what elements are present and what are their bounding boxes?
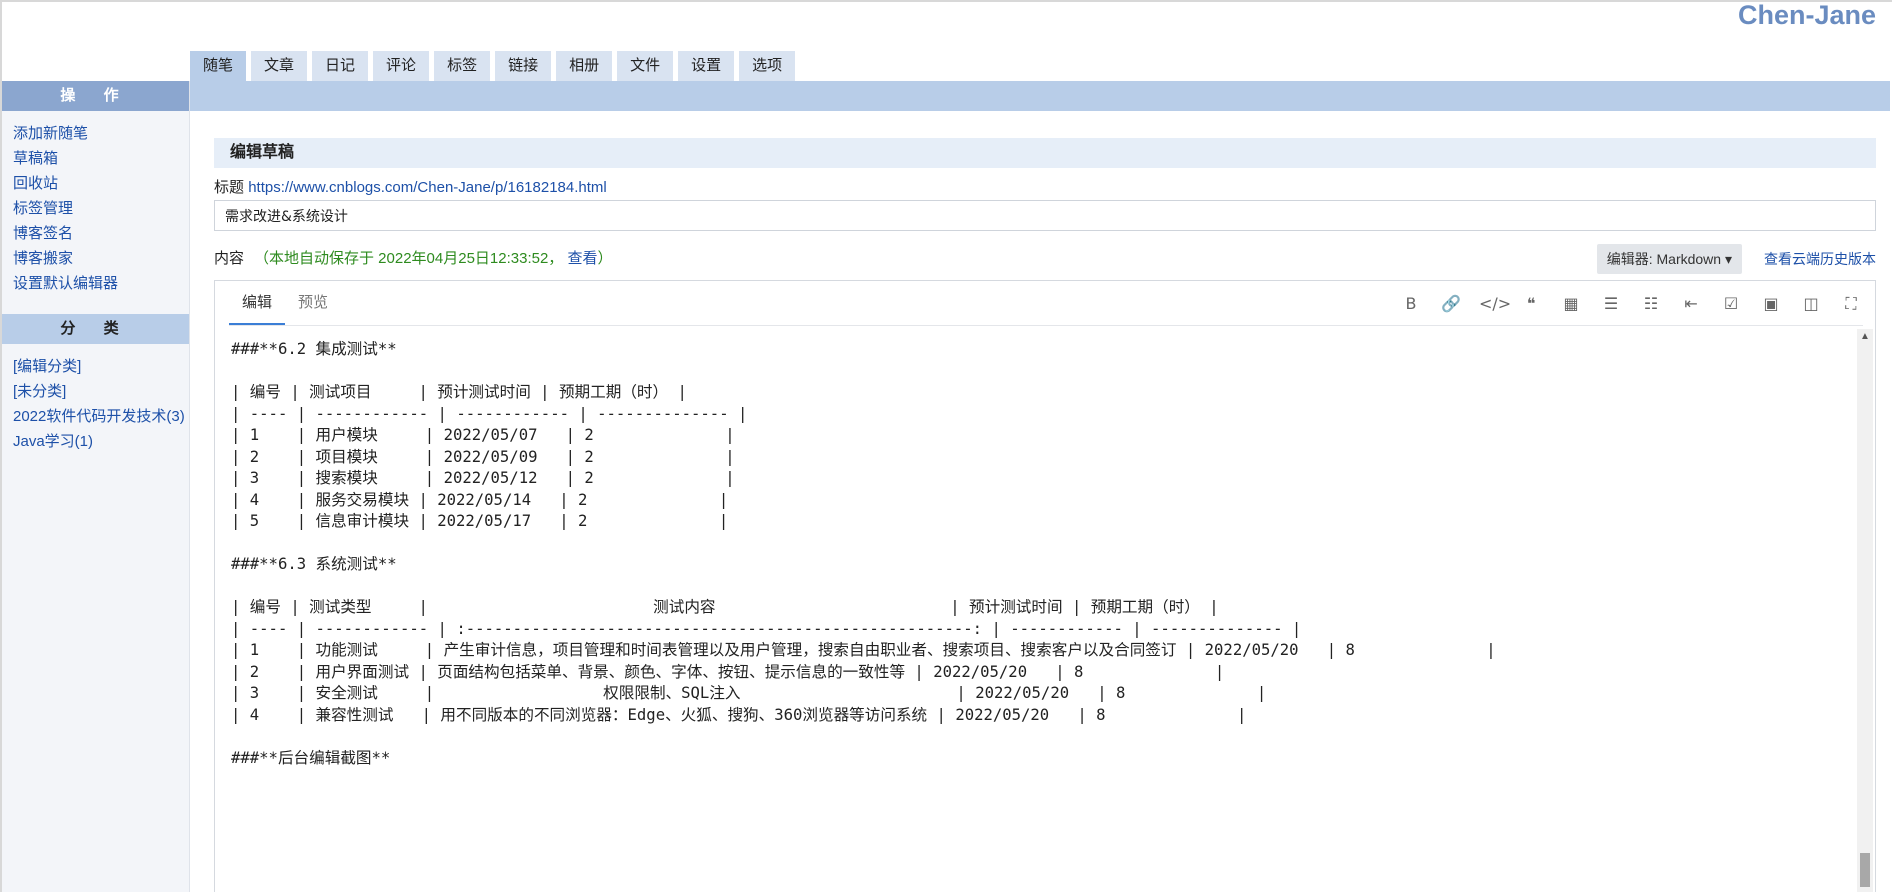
post-url-link[interactable]: https://www.cnblogs.com/Chen-Jane/p/1618… bbox=[248, 179, 607, 196]
sidebar-category-link-2[interactable]: 2022软件代码开发技术(3) bbox=[13, 404, 189, 429]
content-row: 内容 （本地自动保存于 2022年04月25日12:33:52， 查看） 编辑器:… bbox=[214, 244, 1876, 274]
title-row: 标题 https://www.cnblogs.com/Chen-Jane/p/1… bbox=[214, 179, 1876, 197]
tab-preview[interactable]: 预览 bbox=[285, 281, 341, 325]
sidebar-op-link-1[interactable]: 草稿箱 bbox=[13, 146, 189, 171]
split-view-icon[interactable]: ◫ bbox=[1799, 293, 1823, 315]
editor-line: | ---- | ------------ | ------------ | -… bbox=[231, 404, 748, 423]
editor-line: ###**后台编辑截图** bbox=[231, 748, 391, 767]
editor-toolbar: B 🔗 </> ❝ ▦ ☰ ☷ ⇤ ☑ ▣ ◫ ⛶ bbox=[1399, 293, 1863, 315]
sidebar: 操 作 添加新随笔 草稿箱 回收站 标签管理 博客签名 博客搬家 设置默认编辑器 分 类 [… bbox=[2, 81, 190, 892]
tab-4[interactable]: 标签 bbox=[434, 51, 491, 81]
sidebar-op-link-3[interactable]: 标签管理 bbox=[13, 196, 189, 221]
sidebar-category-link-3[interactable]: Java学习(1) bbox=[13, 429, 189, 454]
autosave-suffix: ） bbox=[597, 250, 613, 267]
editor-line: | 1 | 用户模块 | 2022/05/07 | 2 | bbox=[231, 426, 735, 444]
tab-edit[interactable]: 编辑 bbox=[229, 281, 286, 325]
caret-down-icon: ▾ bbox=[1724, 251, 1732, 267]
window-top-border bbox=[0, 0, 1892, 2]
title-label: 标题 bbox=[214, 179, 245, 196]
section-title: 编辑草稿 bbox=[214, 138, 1876, 168]
markdown-editor: 编辑 预览 B 🔗 </> ❝ ▦ ☰ ☷ ⇤ ☑ ▣ ◫ ⛶ ###**6.2 集成测试** | 编号… bbox=[214, 280, 1876, 892]
editor-divider bbox=[229, 325, 1863, 326]
image-icon[interactable]: ▣ bbox=[1759, 293, 1783, 315]
sidebar-category-heading: 分 类 bbox=[2, 314, 189, 344]
sidebar-op-link-6[interactable]: 设置默认编辑器 bbox=[13, 271, 189, 296]
editor-line: | 3 | 安全测试 | 权限限制、SQL注入 | 2022/05/20 | 8… bbox=[231, 684, 1267, 702]
autosave-note: （本地自动保存于 2022年04月25日12:33:52， 查看） bbox=[254, 250, 613, 267]
editor-line: | 3 | 搜索模块 | 2022/05/12 | 2 | bbox=[231, 469, 735, 487]
editor-type-dropdown[interactable]: 编辑器: Markdown ▾ bbox=[1596, 244, 1742, 274]
editor-line: | 2 | 用户界面测试 | 页面结构包括菜单、背景、颜色、字体、按钮、提示信息… bbox=[231, 662, 1225, 681]
tab-8[interactable]: 设置 bbox=[678, 51, 735, 81]
indent-icon[interactable]: ⇤ bbox=[1679, 293, 1703, 315]
quote-icon[interactable]: ❝ bbox=[1519, 293, 1543, 315]
sidebar-category-link-1[interactable]: [未分类] bbox=[13, 379, 189, 404]
tab-2[interactable]: 日记 bbox=[312, 51, 369, 81]
tab-7[interactable]: 文件 bbox=[617, 51, 674, 81]
tab-5[interactable]: 链接 bbox=[495, 51, 552, 81]
scroll-thumb[interactable] bbox=[1860, 853, 1870, 887]
bold-icon[interactable]: B bbox=[1399, 293, 1423, 315]
checkbox-icon[interactable]: ☑ bbox=[1719, 293, 1743, 315]
bullet-list-icon[interactable]: ☰ bbox=[1599, 293, 1623, 315]
editor-line: | 4 | 服务交易模块 | 2022/05/14 | 2 | bbox=[231, 490, 729, 509]
tab-1[interactable]: 文章 bbox=[251, 51, 308, 81]
tab-3[interactable]: 评论 bbox=[373, 51, 430, 81]
main-content: 编辑草稿 标题 https://www.cnblogs.com/Chen-Jan… bbox=[214, 138, 1876, 892]
sidebar-op-link-2[interactable]: 回收站 bbox=[13, 171, 189, 196]
tab-6[interactable]: 相册 bbox=[556, 51, 613, 81]
sidebar-op-link-0[interactable]: 添加新随笔 bbox=[13, 121, 189, 146]
table-icon[interactable]: ▦ bbox=[1559, 293, 1583, 315]
editor-line: | 5 | 信息审计模块 | 2022/05/17 | 2 | bbox=[231, 512, 729, 530]
title-input[interactable] bbox=[214, 200, 1876, 231]
editor-line: | 编号 | 测试项目 | 预计测试时间 | 预期工期（时） | bbox=[231, 383, 687, 401]
editor-line: ###**6.2 集成测试** bbox=[231, 340, 397, 358]
code-icon[interactable]: </> bbox=[1479, 293, 1511, 315]
site-title[interactable]: Chen-Jane bbox=[1738, 0, 1876, 31]
autosave-view-link[interactable]: 查看 bbox=[567, 250, 597, 267]
sidebar-ops-heading: 操 作 bbox=[2, 81, 189, 111]
editor-line: | 编号 | 测试类型 | 测试内容 | 预计测试时间 | 预期工期（时） | bbox=[231, 598, 1219, 616]
editor-line: | ---- | ------------ | :---------------… bbox=[231, 619, 1302, 638]
sidebar-ops-list: 添加新随笔 草稿箱 回收站 标签管理 博客签名 博客搬家 设置默认编辑器 bbox=[2, 111, 189, 302]
sidebar-op-link-4[interactable]: 博客签名 bbox=[13, 221, 189, 246]
autosave-text: （本地自动保存于 2022年04月25日12:33:52， bbox=[254, 250, 564, 267]
main-tabs: 随笔 文章 日记 评论 标签 链接 相册 文件 设置 选项 bbox=[190, 51, 796, 81]
scroll-up-arrow-icon[interactable]: ▲ bbox=[1857, 329, 1873, 345]
markdown-textarea[interactable]: ###**6.2 集成测试** | 编号 | 测试项目 | 预计测试时间 | 预期… bbox=[231, 339, 1853, 892]
editor-scrollbar[interactable]: ▲ bbox=[1857, 329, 1873, 892]
tab-9[interactable]: 选项 bbox=[739, 51, 796, 81]
sidebar-op-link-5[interactable]: 博客搬家 bbox=[13, 246, 189, 271]
tab-0[interactable]: 随笔 bbox=[190, 51, 247, 81]
cloud-history-link[interactable]: 查看云端历史版本 bbox=[1764, 244, 1876, 274]
link-icon[interactable]: 🔗 bbox=[1439, 293, 1463, 315]
fullscreen-icon[interactable]: ⛶ bbox=[1839, 293, 1863, 315]
editor-mode-tabs: 编辑 预览 bbox=[229, 281, 341, 325]
editor-line: | 2 | 项目模块 | 2022/05/09 | 2 | bbox=[231, 447, 735, 466]
editor-line: | 1 | 功能测试 | 产生审计信息，项目管理和时间表管理以及用户管理，搜索自… bbox=[231, 641, 1496, 659]
content-label: 内容 bbox=[214, 250, 245, 267]
sidebar-category-list: [编辑分类] [未分类] 2022软件代码开发技术(3) Java学习(1) bbox=[2, 344, 189, 460]
editor-type-label: 编辑器: Markdown bbox=[1606, 251, 1722, 267]
editor-line: ###**6.3 系统测试** bbox=[231, 555, 397, 573]
editor-line: | 4 | 兼容性测试 | 用不同版本的不同浏览器：Edge、火狐、搜狗、360… bbox=[231, 705, 1247, 724]
numbered-list-icon[interactable]: ☷ bbox=[1639, 293, 1663, 315]
sidebar-category-link-0[interactable]: [编辑分类] bbox=[13, 354, 189, 379]
tab-bar-strip bbox=[190, 81, 1890, 111]
